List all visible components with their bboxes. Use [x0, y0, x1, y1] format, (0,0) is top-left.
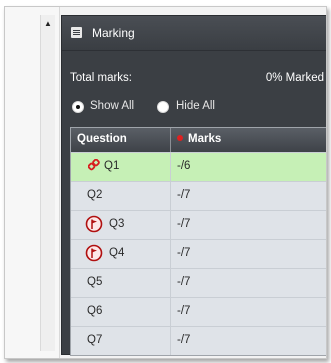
scroll-up-arrow-icon[interactable]: ▲: [41, 19, 55, 29]
table-row[interactable]: Q7 -/7: [71, 326, 326, 355]
hide-all-radio[interactable]: [157, 101, 169, 113]
flag-icon[interactable]: [85, 215, 103, 233]
column-separator: [170, 153, 171, 181]
screenshot-frame: ▲ Marking Total marks: 0% Marked Show Al…: [4, 6, 327, 359]
marks-table: Question Marks Q1 -/6 Q2 -/7 Q3 -/7 Q4 -/7 Q5 -/7…: [70, 127, 326, 356]
column-separator: [170, 298, 171, 326]
panel-title: Marking: [92, 26, 135, 40]
marks-cell: -/7: [177, 189, 191, 201]
column-separator: [170, 211, 171, 239]
table-row[interactable]: Q6 -/7: [71, 297, 326, 326]
panel-list-icon[interactable]: [71, 27, 82, 38]
total-marks-label: Total marks:: [70, 72, 132, 84]
question-cell: Q7: [87, 334, 103, 346]
filter-radio-group: Show All Hide All: [72, 100, 312, 116]
question-cell: Q5: [87, 276, 103, 288]
question-cell: Q6: [87, 305, 103, 317]
show-all-label[interactable]: Show All: [90, 100, 134, 112]
hide-all-label[interactable]: Hide All: [176, 100, 215, 112]
link-icon[interactable]: [88, 159, 100, 171]
marking-panel: Marking Total marks: 0% Marked Show All …: [61, 15, 326, 356]
marks-dot-icon: [177, 135, 183, 141]
column-separator: [170, 182, 171, 210]
table-header: Question Marks: [71, 128, 326, 152]
marks-cell: -/7: [177, 247, 191, 259]
column-separator: [170, 269, 171, 297]
total-marks-value: 0% Marked: [265, 72, 324, 84]
marks-cell: -/6: [177, 160, 191, 172]
column-header-marks[interactable]: Marks: [177, 133, 221, 145]
marks-cell: -/7: [177, 334, 191, 346]
table-row[interactable]: Q1 -/6: [71, 152, 326, 181]
marks-cell: -/7: [177, 305, 191, 317]
question-cell: Q3: [109, 218, 125, 230]
marks-cell: -/7: [177, 276, 191, 288]
panel-header: Marking: [62, 16, 326, 51]
question-cell: Q4: [109, 247, 125, 259]
column-header-question[interactable]: Question: [77, 133, 127, 145]
column-separator: [170, 240, 171, 268]
scrollbar[interactable]: ▲: [40, 15, 55, 351]
table-row[interactable]: Q5 -/7: [71, 268, 326, 297]
column-separator: [170, 327, 171, 355]
table-row[interactable]: Q2 -/7: [71, 181, 326, 210]
question-cell: Q1: [104, 160, 120, 172]
left-strip: ▲: [5, 7, 60, 358]
column-header-marks-label: Marks: [188, 133, 222, 145]
marks-cell: -/7: [177, 218, 191, 230]
question-cell: Q2: [87, 189, 103, 201]
table-row[interactable]: Q4 -/7: [71, 239, 326, 268]
flag-icon[interactable]: [85, 244, 103, 262]
show-all-radio[interactable]: [72, 101, 84, 113]
table-row[interactable]: Q3 -/7: [71, 210, 326, 239]
